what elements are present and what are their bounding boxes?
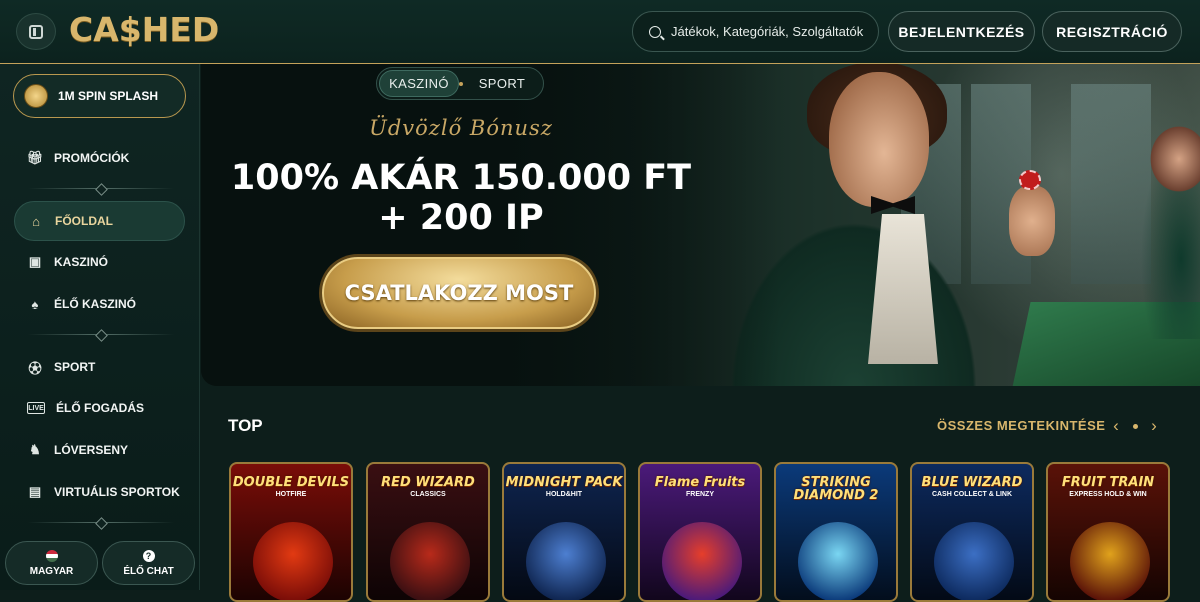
chevron-right-icon[interactable]: › — [1145, 417, 1163, 435]
home-icon: ⌂ — [32, 213, 40, 229]
sidebar-item-sport[interactable]: ⚽︎ SPORT — [14, 347, 185, 387]
game-subtitle: CLASSICS — [410, 491, 446, 498]
game-title: BLUE WIZARD — [921, 475, 1023, 490]
hero-title-line2: + 200 IP — [378, 198, 544, 238]
game-card[interactable]: RED WIZARD CLASSICS — [366, 462, 490, 602]
see-all-link[interactable]: ÖSSZES MEGTEKINTÉSE — [937, 418, 1105, 433]
hero-title-line1: 100% AKÁR 150.000 FT — [230, 158, 692, 198]
game-card[interactable]: Flame Fruits FRENZY — [638, 462, 762, 602]
live-icon: LIVE — [27, 402, 45, 414]
divider — [28, 334, 174, 335]
sidebar-item-label: LÓVERSENY — [54, 443, 129, 457]
cards-icon: ♠ — [31, 296, 39, 312]
divider — [28, 188, 174, 189]
search-input[interactable]: Játékok, Kategóriák, Szolgáltatók — [632, 11, 879, 52]
sidebar-icon — [29, 24, 43, 39]
sidebar-item-label: VIRTUÁLIS SPORTOK — [54, 485, 180, 499]
section-title: TOP — [228, 416, 263, 435]
game-card[interactable]: FRUIT TRAIN EXPRESS HOLD & WIN — [1046, 462, 1170, 602]
football-icon: ⚽︎ — [28, 360, 42, 376]
game-subtitle: EXPRESS HOLD & WIN — [1069, 491, 1147, 498]
sidebar-item-virtual-sports[interactable]: ▤ VIRTUÁLIS SPORTOK — [14, 472, 185, 512]
carousel-dot — [1133, 424, 1138, 429]
sidebar-item-label: ÉLŐ FOGADÁS — [56, 401, 145, 415]
site-logo[interactable]: CA$HED — [69, 10, 219, 49]
promo-pill-label: 1M SPIN SPLASH — [58, 89, 159, 103]
game-card[interactable]: STRIKING DIAMOND 2 — [774, 462, 898, 602]
sidebar-item-promotions[interactable]: 🎁︎ PROMÓCIÓK — [14, 138, 185, 178]
game-art — [253, 522, 333, 600]
sidebar-item-home[interactable]: ⌂ FŐOLDAL — [14, 201, 185, 241]
game-title: RED WIZARD — [381, 475, 475, 490]
game-art — [526, 522, 606, 600]
slot-machine-icon: ▣ — [28, 254, 42, 269]
game-title: FRUIT TRAIN — [1061, 475, 1155, 490]
game-title: Flame Fruits — [654, 475, 746, 490]
game-title: MIDNIGHT PACK — [505, 475, 623, 490]
join-now-button[interactable]: CSATLAKOZZ MOST — [322, 257, 596, 329]
game-title: DOUBLE DEVILS — [232, 475, 350, 490]
game-card[interactable]: DOUBLE DEVILS HOTFIRE — [229, 462, 353, 602]
sidebar-item-live-casino[interactable]: ♠ ÉLŐ KASZINÓ — [14, 284, 185, 324]
sidebar: 1M SPIN SPLASH 🎁︎ PROMÓCIÓK ⌂ FŐOLDAL ▣ … — [0, 64, 200, 590]
tab-sport[interactable]: SPORT — [463, 70, 541, 97]
gift-icon: 🎁︎ — [26, 150, 44, 165]
coin-icon — [24, 84, 48, 108]
game-title: STRIKING DIAMOND 2 — [793, 475, 879, 503]
hero-banner: KASZINÓ SPORT Üdvözlő Bónusz 100% AKÁR 1… — [201, 64, 1200, 386]
hungary-flag-icon — [45, 549, 58, 562]
game-art — [1070, 522, 1150, 600]
register-button[interactable]: REGISZTRÁCIÓ — [1042, 11, 1182, 52]
sidebar-item-label: SPORT — [54, 360, 96, 374]
sidebar-item-label: FŐOLDAL — [55, 214, 113, 228]
game-art — [934, 522, 1014, 600]
language-button[interactable]: MAGYAR — [5, 541, 98, 585]
chevron-left-icon[interactable]: ‹ — [1107, 417, 1125, 435]
sidebar-item-label: PROMÓCIÓK — [54, 151, 130, 165]
tab-casino[interactable]: KASZINÓ — [379, 70, 459, 97]
product-switch: KASZINÓ SPORT — [376, 67, 544, 100]
help-icon: ? — [142, 549, 155, 562]
hero-subtitle: Üdvözlő Bónusz — [369, 116, 553, 140]
game-subtitle: HOLD&HIT — [545, 491, 583, 498]
divider — [28, 522, 174, 523]
search-placeholder: Játékok, Kategóriák, Szolgáltatók — [671, 24, 864, 39]
horse-icon: ♞ — [29, 442, 41, 457]
live-chat-label: ÉLŐ CHAT — [123, 565, 174, 577]
game-subtitle: FRENZY — [686, 491, 714, 498]
game-art — [662, 522, 742, 600]
game-subtitle: CASH COLLECT & LINK — [931, 491, 1013, 498]
search-icon — [649, 25, 661, 38]
sidebar-item-live-betting[interactable]: LIVE ÉLŐ FOGADÁS — [14, 388, 185, 428]
game-card[interactable]: BLUE WIZARD CASH COLLECT & LINK — [910, 462, 1034, 602]
live-chat-button[interactable]: ? ÉLŐ CHAT — [102, 541, 195, 585]
virtual-sports-icon: ▤ — [28, 484, 42, 499]
language-label: MAGYAR — [29, 565, 74, 577]
hero-title: 100% AKÁR 150.000 FT + 200 IP — [201, 158, 721, 238]
sidebar-toggle-button[interactable] — [16, 13, 56, 50]
top-bar: CA$HED Játékok, Kategóriák, Szolgáltatók… — [0, 0, 1200, 64]
game-card[interactable]: MIDNIGHT PACK HOLD&HIT — [502, 462, 626, 602]
login-button[interactable]: BEJELENTKEZÉS — [888, 11, 1035, 52]
promo-pill-button[interactable]: 1M SPIN SPLASH — [13, 74, 186, 118]
game-art — [390, 522, 470, 600]
game-subtitle: HOTFIRE — [275, 491, 307, 498]
sidebar-item-label: KASZINÓ — [54, 255, 108, 269]
sidebar-item-casino[interactable]: ▣ KASZINÓ — [14, 242, 185, 282]
sidebar-item-label: ÉLŐ KASZINÓ — [54, 297, 137, 311]
game-art — [798, 522, 878, 600]
sidebar-item-horse-racing[interactable]: ♞ LÓVERSENY — [14, 430, 185, 470]
